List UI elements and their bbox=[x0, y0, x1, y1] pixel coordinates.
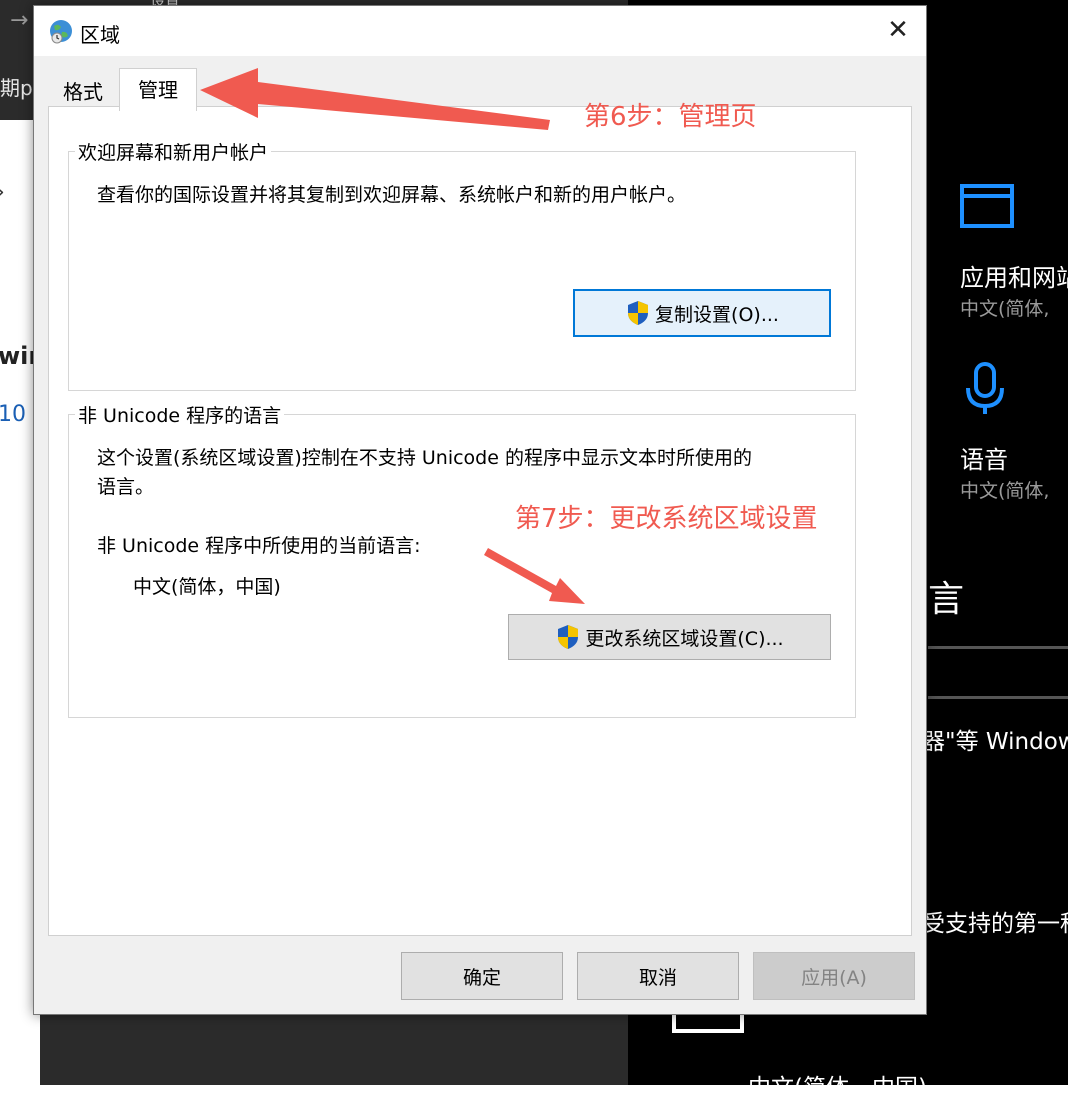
step6-annotation: 第6步：管理页 bbox=[584, 102, 757, 132]
annotation-overlay bbox=[200, 68, 585, 604]
arrow-step7 bbox=[484, 548, 585, 604]
step7-annotation: 第7步：更改系统区域设置 bbox=[515, 504, 818, 534]
tab-administrative[interactable]: 管理 bbox=[119, 68, 197, 111]
arrow-step6 bbox=[200, 68, 550, 130]
